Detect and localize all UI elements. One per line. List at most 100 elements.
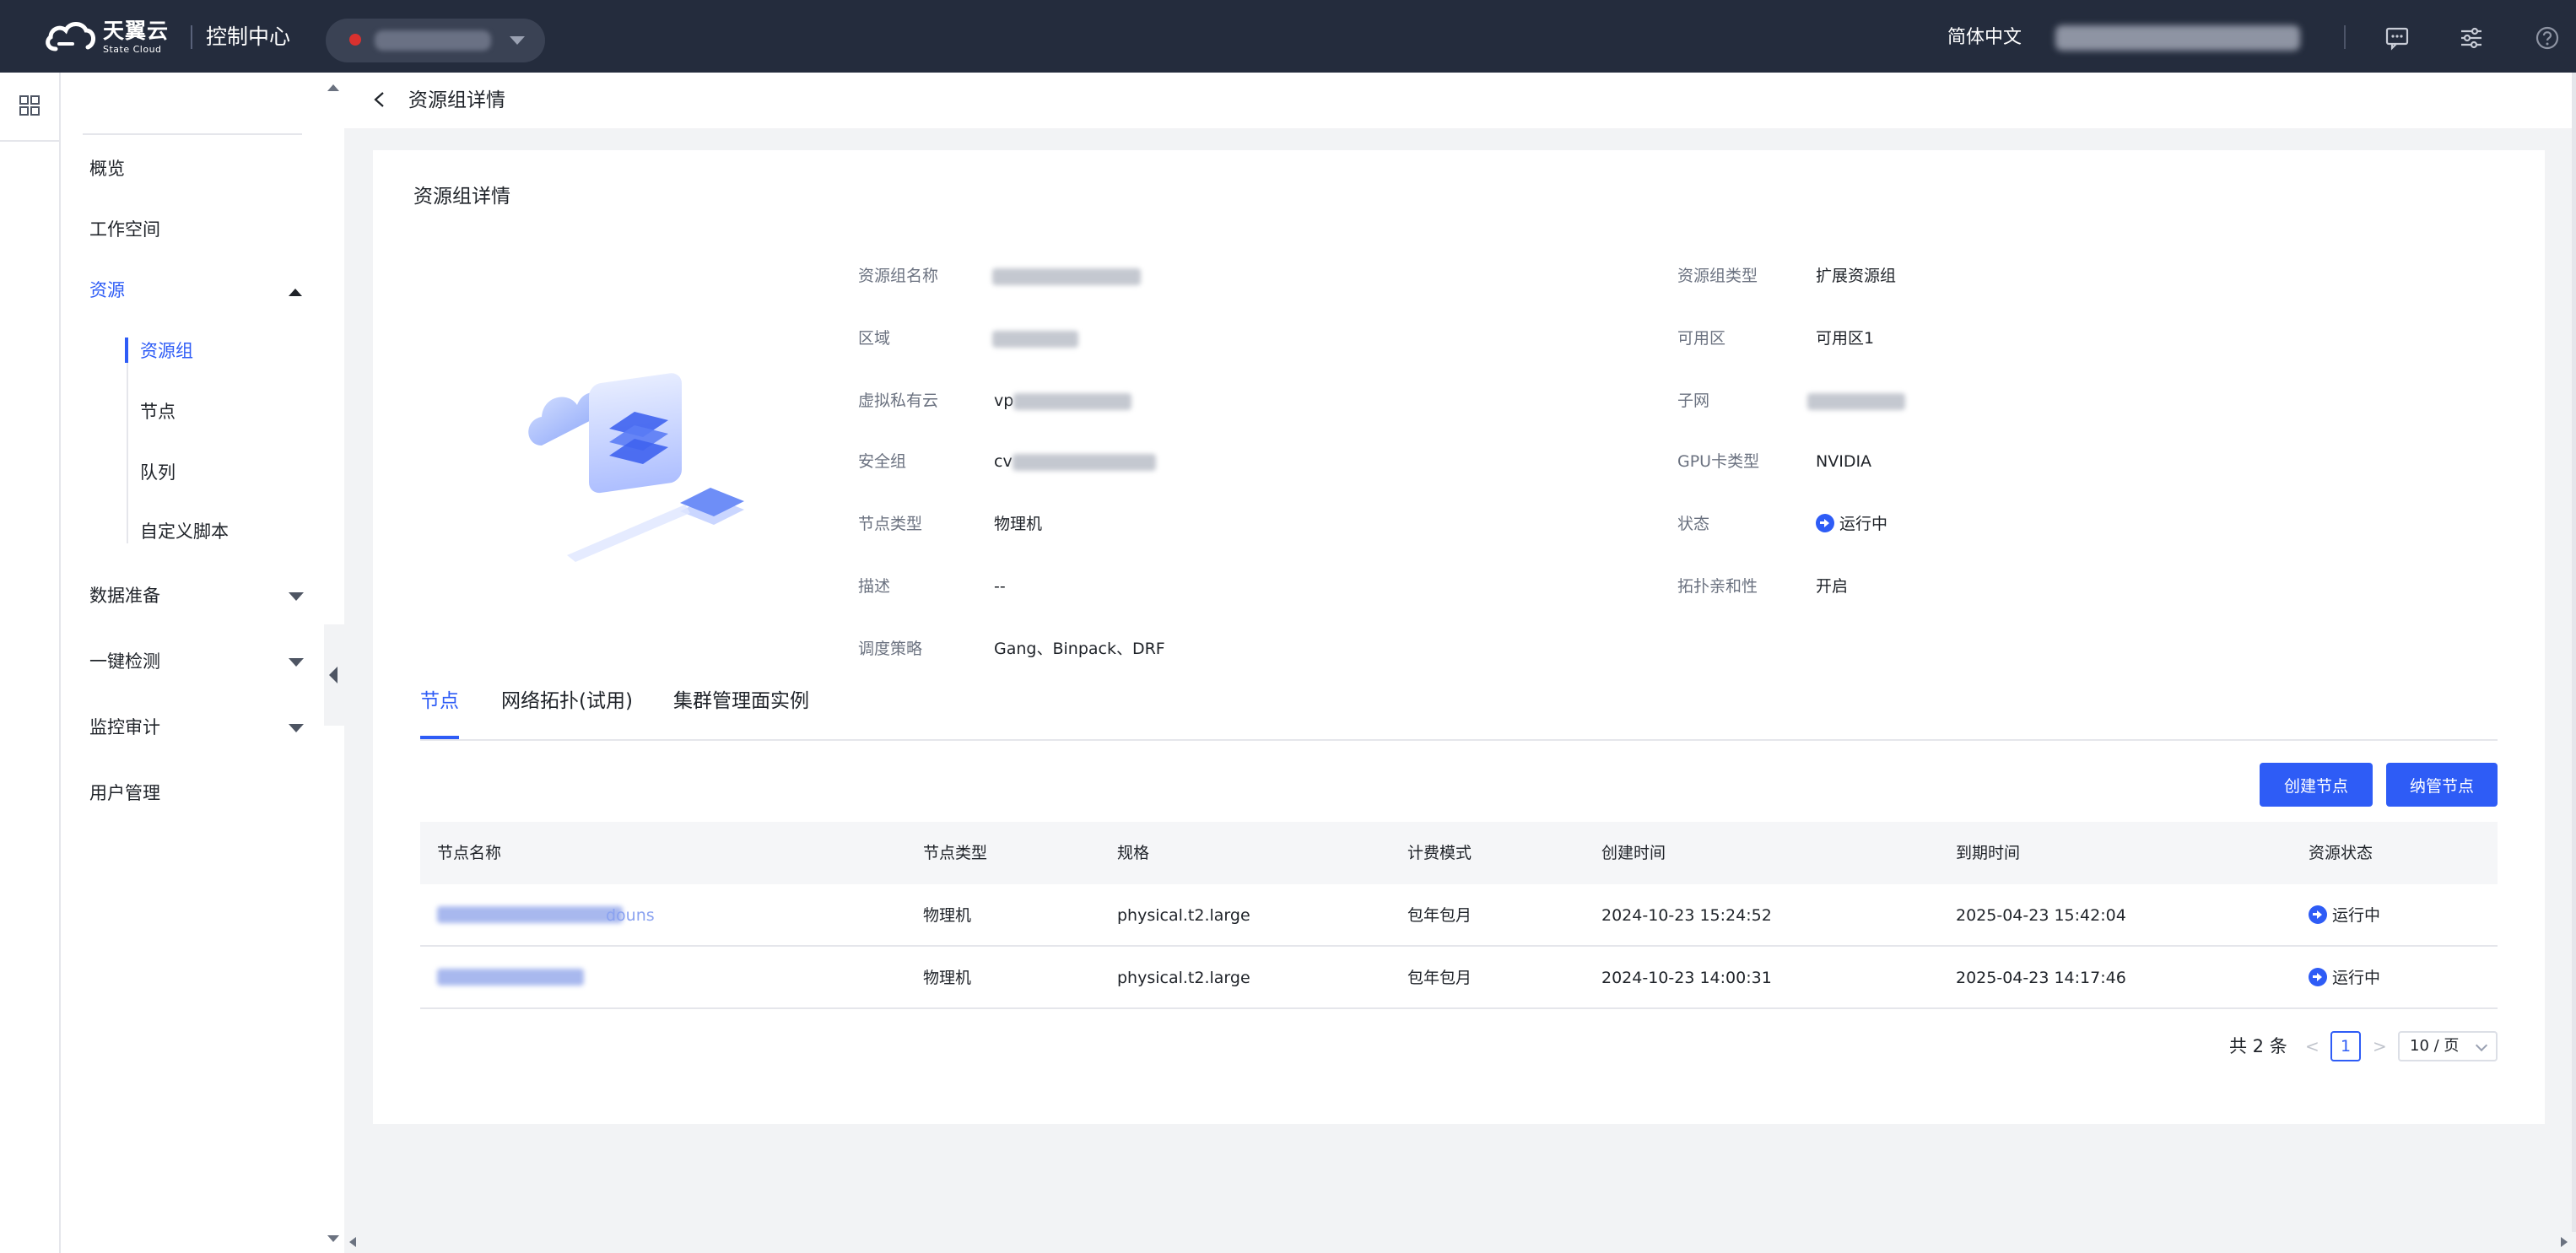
value-description: -- [994,577,1006,596]
header-separator [2344,25,2346,49]
grid-apps-icon[interactable] [17,93,42,118]
cell-created: 2024-10-23 15:24:52 [1601,906,1772,925]
scroll-up-icon[interactable] [327,84,339,91]
region-name-redacted [375,30,491,51]
vpc-prefix: vp [994,392,1014,410]
value-vpc: vp [994,390,1132,412]
collapse-left-icon[interactable] [329,667,338,683]
menu-item-workspace[interactable]: 工作空间 [89,218,160,241]
table-row[interactable]: douns 物理机 physical.t2.large 包年包月 2024-10… [420,884,2498,947]
submenu-track [127,338,128,543]
label-gpu-type: GPU卡类型 [1677,452,1760,471]
language-switch[interactable]: 简体中文 [1947,27,2022,49]
console-title[interactable]: 控制中心 [206,25,290,49]
label-node-type: 节点类型 [858,515,923,533]
scroll-right-icon[interactable] [2561,1237,2568,1247]
menu-item-data-prep[interactable]: 数据准备 [89,584,160,608]
status-text: 运行中 [2332,906,2381,925]
menu-item-queues[interactable]: 队列 [140,461,176,484]
pagination-total: 共 2 条 [2229,1036,2287,1056]
breadcrumb: 资源组详情 [344,73,2576,128]
submenu-active-indicator [125,338,128,363]
rail-divider [0,140,59,142]
manage-node-button[interactable]: 纳管节点 [2386,763,2498,807]
tab-network-topology[interactable]: 网络拓扑(试用) [501,689,633,714]
value-subnet-redacted [1807,390,1905,412]
value-security-group: cv [994,451,1156,473]
help-icon[interactable] [2535,25,2560,51]
value-group-name-redacted [992,265,1141,287]
running-status-icon [2309,905,2327,924]
cell-billing: 包年包月 [1407,969,1472,987]
chevron-down-icon[interactable] [289,658,304,667]
detail-card: 资源组详情 资源组名称 区域 虚拟私有云 vp 安全组 cv 节点类型 物理机 … [373,150,2545,1124]
card-title: 资源组详情 [413,186,510,208]
tab-cluster-mgmt-instances[interactable]: 集群管理面实例 [673,689,809,714]
value-topology-affinity: 开启 [1816,577,1849,596]
horizontal-scrollbar[interactable] [344,1232,2576,1253]
brand-logo[interactable]: 天翼云 State Cloud [44,19,169,56]
page-size-select[interactable]: 10 / 页 [2398,1031,2498,1061]
sg-prefix: cv [994,452,1013,471]
message-icon[interactable] [2384,25,2410,51]
menu-item-one-click-check[interactable]: 一键检测 [89,650,160,673]
menu-item-overview[interactable]: 概览 [89,157,125,181]
tab-nodes[interactable]: 节点 [420,689,459,714]
scroll-down-icon[interactable] [327,1235,339,1242]
cloud-logo-icon [46,22,95,51]
brand-name: 天翼云 [103,19,170,43]
value-region-redacted [992,327,1078,349]
region-select[interactable] [326,19,545,62]
menu-item-resources[interactable]: 资源 [89,278,125,302]
value-status: 运行中 [1816,513,1887,535]
table-header: 节点名称 节点类型 规格 计费模式 创建时间 到期时间 资源状态 [420,822,2498,884]
menu-item-nodes[interactable]: 节点 [140,400,176,424]
next-page-icon[interactable]: > [2373,1034,2387,1058]
col-billing: 计费模式 [1407,844,1472,862]
account-info-redacted[interactable] [2055,25,2300,51]
label-security-group: 安全组 [858,452,907,471]
node-name-suffix[interactable]: douns [606,905,655,926]
cell-spec: physical.t2.large [1117,969,1250,987]
menu-item-resource-group[interactable]: 资源组 [140,339,193,363]
resource-group-illustration [528,373,744,562]
back-arrow-icon[interactable] [371,91,388,108]
chevron-down-icon[interactable] [289,592,304,601]
brand-name-en: State Cloud [103,44,162,55]
label-schedule-policy: 调度策略 [858,640,923,658]
top-bar: 天翼云 State Cloud 控制中心 简体中文 [0,0,2576,73]
vertical-scrollbar[interactable] [2572,73,2576,1253]
prev-page-icon[interactable]: < [2305,1034,2319,1058]
node-name-link-redacted[interactable] [437,969,584,986]
status-text: 运行中 [2332,969,2381,987]
page-number-current[interactable]: 1 [2330,1031,2361,1061]
label-vpc: 虚拟私有云 [858,392,939,410]
running-status-icon [1816,513,1834,532]
label-description: 描述 [858,577,891,596]
create-node-button[interactable]: 创建节点 [2260,763,2373,807]
value-schedule-policy: Gang、Binpack、DRF [994,640,1165,658]
menu-item-custom-scripts[interactable]: 自定义脚本 [140,520,229,543]
cell-status: 运行中 [2309,905,2380,926]
scroll-left-icon[interactable] [349,1237,356,1247]
region-marker-icon [349,34,361,46]
menu-item-monitor-audit[interactable]: 监控审计 [89,716,160,739]
tab-active-indicator [420,736,459,739]
label-status: 状态 [1677,515,1710,533]
cell-node-type: 物理机 [923,906,972,925]
node-name-link-redacted[interactable] [437,906,623,923]
chevron-down-icon [2475,1039,2488,1052]
running-status-icon [2309,967,2327,986]
table-row[interactable]: 物理机 physical.t2.large 包年包月 2024-10-23 14… [420,947,2498,1009]
chevron-up-icon[interactable] [289,289,302,296]
col-created: 创建时间 [1601,844,1666,862]
col-node-type: 节点类型 [923,844,988,862]
label-region: 区域 [858,329,891,348]
menu-item-user-mgmt[interactable]: 用户管理 [89,781,160,805]
cell-node-type: 物理机 [923,969,972,987]
menu-divider [83,133,302,135]
settings-sliders-icon[interactable] [2459,25,2484,51]
value-node-type: 物理机 [994,515,1043,533]
chevron-down-icon[interactable] [289,724,304,732]
value-gpu-type: NVIDIA [1816,452,1872,471]
